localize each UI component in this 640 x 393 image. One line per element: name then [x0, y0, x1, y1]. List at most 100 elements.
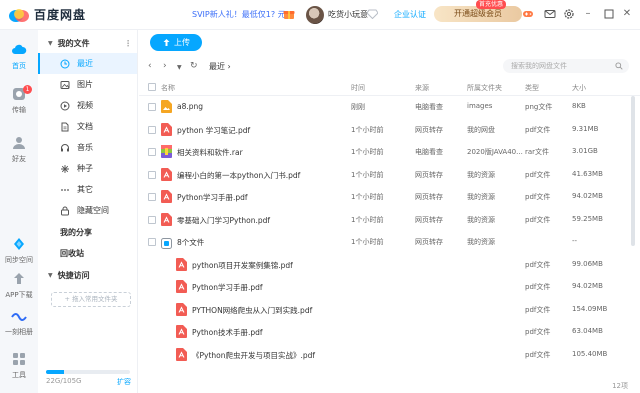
table-row[interactable]: Python学习手册.pdf 1个小时前 网页转存 我的资源 pdf文件 94.…	[139, 186, 640, 208]
file-name[interactable]: 编程小白的第一本python入门书.pdf	[177, 170, 300, 181]
table-row[interactable]: 零基础入门学习Python.pdf 1个小时前 网页转存 我的资源 pdf文件 …	[139, 209, 640, 231]
column-header-folder[interactable]: 所属文件夹	[467, 83, 502, 93]
file-group-icon	[161, 238, 172, 249]
file-folder[interactable]: 我的网盘	[467, 125, 495, 135]
sidebar-item-recent[interactable]: 最近	[38, 53, 137, 74]
row-checkbox[interactable]	[148, 103, 156, 111]
select-all-checkbox[interactable]	[148, 83, 156, 91]
file-folder[interactable]: 我的资源	[467, 237, 495, 247]
forward-chevron-icon[interactable]: ›	[163, 61, 167, 71]
more-options-icon[interactable]: ⋮	[124, 39, 132, 48]
table-row[interactable]: 相关资料和软件.rar 1个小时前 电脑看查 2020版JAVA40... ra…	[139, 141, 640, 163]
mail-icon[interactable]	[544, 8, 556, 20]
group-sub-row[interactable]: Python技术手册.pdf pdf文件 63.04MB	[139, 321, 640, 343]
file-folder[interactable]: 2020版JAVA40...	[467, 147, 523, 157]
table-row[interactable]: 编程小白的第一本python入门书.pdf 1个小时前 网页转存 我的资源 pd…	[139, 164, 640, 186]
column-header-time[interactable]: 时间	[351, 83, 365, 93]
breadcrumb[interactable]: 最近 ›	[209, 61, 231, 72]
file-name[interactable]: 零基础入门学习Python.pdf	[177, 215, 270, 226]
file-name[interactable]: Python技术手册.pdf	[192, 327, 263, 338]
file-name[interactable]: 《Python爬虫开发与项目实战》.pdf	[192, 350, 315, 361]
sidebar-item-my-share[interactable]: 我的分享	[60, 227, 92, 238]
search-icon[interactable]	[615, 62, 623, 70]
file-size: 94.02MB	[572, 192, 603, 200]
group-sub-row[interactable]: PYTHON网络爬虫从入门到实践.pdf pdf文件 154.09MB	[139, 299, 640, 321]
minimize-button[interactable]: –	[582, 8, 594, 20]
back-chevron-icon[interactable]: ‹	[148, 61, 152, 71]
my-files-header[interactable]: ▼ 我的文件 ⋮	[48, 36, 132, 50]
history-dropdown-icon[interactable]: ▼	[177, 64, 182, 71]
file-name[interactable]: a8.png	[177, 102, 203, 111]
column-header-source[interactable]: 来源	[415, 83, 429, 93]
column-header-type[interactable]: 类型	[525, 83, 539, 93]
username[interactable]: 吃货小玩意	[328, 9, 368, 20]
file-folder[interactable]: 我的资源	[467, 215, 495, 225]
file-name[interactable]: PYTHON网络爬虫从入门到实践.pdf	[192, 305, 312, 316]
file-name[interactable]: Python学习手册.pdf	[192, 282, 263, 293]
rail-item-album[interactable]: 一刻相册	[0, 308, 38, 337]
add-quick-folder-dropzone[interactable]: + 拖入常用文件夹	[51, 292, 131, 307]
group-sub-row[interactable]: Python学习手册.pdf pdf文件 94.02MB	[139, 276, 640, 298]
file-type: png文件	[525, 103, 553, 111]
row-checkbox[interactable]	[148, 238, 156, 246]
sidebar-item-recycle-bin[interactable]: 回收站	[60, 248, 84, 259]
sidebar-item-images[interactable]: 图片	[38, 74, 137, 95]
rail-item-sync-space[interactable]: 同步空间	[0, 236, 38, 265]
game-controller-icon[interactable]	[522, 8, 534, 20]
table-row[interactable]: a8.png 刚刚 电脑看查 images png文件 8KB	[139, 96, 640, 118]
group-sub-row[interactable]: 《Python爬虫开发与项目实战》.pdf pdf文件 105.40MB	[139, 344, 640, 366]
table-row[interactable]: python 学习笔记.pdf 1个小时前 网页转存 我的网盘 pdf文件 9.…	[139, 119, 640, 141]
sidebar-item-hidden-space[interactable]: 隐藏空间	[38, 200, 137, 221]
column-header-size[interactable]: 大小	[572, 83, 586, 93]
clock-icon	[60, 59, 70, 68]
maximize-icon[interactable]	[603, 8, 615, 20]
expand-storage-link[interactable]: 扩容	[117, 377, 131, 387]
file-name[interactable]: 相关资料和软件.rar	[177, 147, 243, 158]
file-size: 3.01GB	[572, 147, 598, 155]
sidebar-item-documents[interactable]: 文档	[38, 116, 137, 137]
user-avatar[interactable]	[306, 6, 324, 24]
quick-access-header[interactable]: ▼ 快捷访问	[48, 268, 132, 282]
close-button[interactable]: ✕	[621, 8, 633, 20]
settings-gear-icon[interactable]	[563, 8, 575, 20]
app-logo[interactable]: 百度网盘	[8, 6, 86, 23]
row-checkbox[interactable]	[148, 215, 156, 224]
rail-item-app-download[interactable]: APP下载	[0, 271, 38, 300]
file-folder[interactable]: 我的资源	[467, 192, 495, 202]
storage-progress-fill	[46, 370, 64, 374]
rail-item-transfer[interactable]: 传输	[0, 86, 38, 115]
refresh-icon[interactable]: ↻	[190, 61, 198, 71]
rail-item-tools[interactable]: 工具	[0, 351, 38, 380]
enterprise-auth-link[interactable]: 企业认证	[394, 9, 426, 20]
gift-icon[interactable]	[283, 8, 295, 20]
collapse-caret-icon: ▼	[48, 39, 53, 47]
svip-promo-link[interactable]: SVIP新人礼！最低仅1? 元	[192, 9, 286, 20]
sidebar-item-music[interactable]: 音乐	[38, 137, 137, 158]
row-checkbox[interactable]	[148, 193, 156, 201]
sidebar-item-other[interactable]: 其它	[38, 179, 137, 200]
file-folder[interactable]: images	[467, 102, 492, 110]
file-time: 刚刚	[351, 103, 365, 111]
group-sub-row[interactable]: python项目开发案例集锦.pdf pdf文件 99.06MB	[139, 254, 640, 276]
rail-item-home[interactable]: 首页	[0, 42, 38, 71]
baidu-netdisk-logo-icon	[9, 8, 29, 22]
row-checkbox[interactable]	[148, 125, 156, 134]
search-input[interactable]: 搜索我的网盘文件	[503, 59, 629, 73]
file-source: 网页转存	[415, 215, 443, 224]
file-folder[interactable]: 我的资源	[467, 170, 495, 180]
list-scrollbar[interactable]	[631, 96, 635, 246]
sidebar-item-videos[interactable]: 视频	[38, 95, 137, 116]
rail-item-friends[interactable]: 好友	[0, 135, 38, 164]
upload-button[interactable]: 上传	[150, 34, 202, 51]
other-icon	[61, 188, 69, 191]
column-header-name[interactable]: 名称	[161, 83, 175, 93]
file-name[interactable]: Python学习手册.pdf	[177, 192, 248, 203]
file-type: pdf文件	[525, 260, 551, 269]
row-checkbox[interactable]	[148, 170, 156, 179]
file-name[interactable]: python项目开发案例集锦.pdf	[192, 260, 293, 271]
table-row[interactable]: 8个文件 1个小时前 网页转存 我的资源 --	[139, 231, 640, 253]
file-name[interactable]: 8个文件	[177, 237, 204, 248]
row-checkbox[interactable]	[148, 148, 156, 156]
file-name[interactable]: python 学习笔记.pdf	[177, 125, 250, 136]
sidebar-item-seeds[interactable]: 种子	[38, 158, 137, 179]
